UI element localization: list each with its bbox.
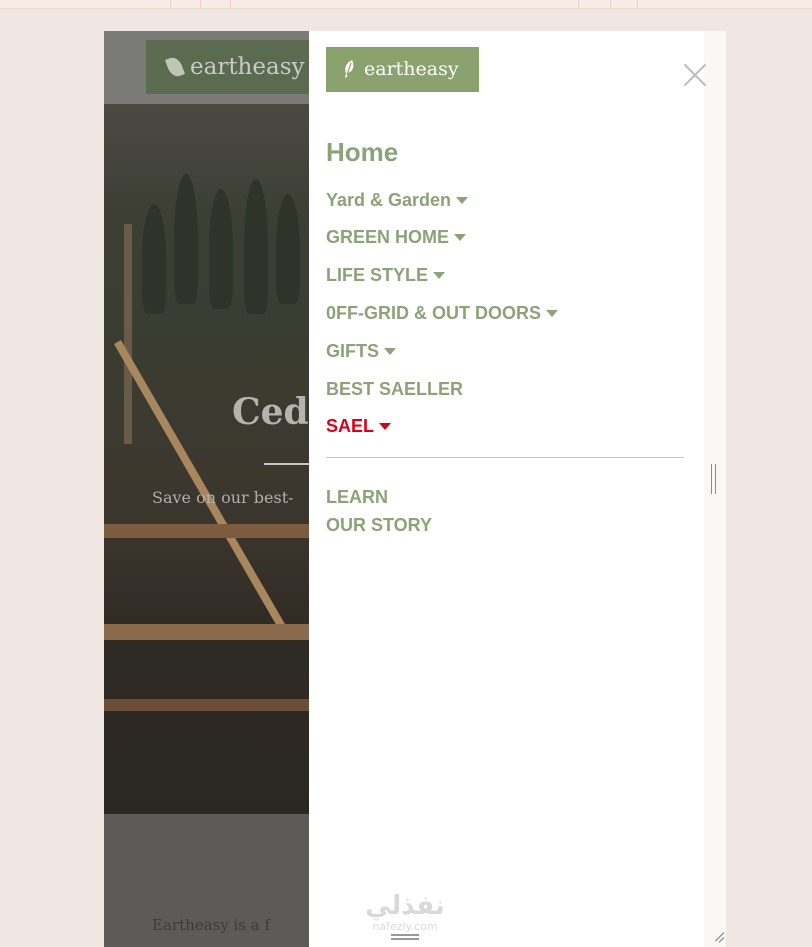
nav-item-label: Yard & Garden — [326, 190, 452, 210]
background-bottom-text: Eartheasy is a f — [152, 916, 271, 934]
leaf-icon — [165, 55, 185, 79]
background-header: eartheasy — [104, 31, 309, 104]
drawer-logo[interactable]: eartheasy — [326, 47, 479, 92]
nav-item-label: GIFTS — [326, 341, 379, 361]
nav-item-life-style[interactable]: LIFE STYLE — [326, 265, 446, 286]
close-icon[interactable] — [682, 62, 708, 88]
nav-item-label: LIFE STYLE — [326, 265, 429, 285]
nav-item-label: GREEN HOME — [326, 227, 450, 247]
background-hero-divider — [264, 463, 309, 465]
watermark-arabic: نفذلي — [365, 891, 445, 921]
leaf-icon — [345, 60, 354, 78]
caret-down-icon — [546, 309, 558, 317]
nav-item-green-home[interactable]: GREEN HOME — [326, 227, 467, 248]
watermark-domain: nafezly.com — [372, 920, 438, 933]
caret-down-icon — [433, 271, 446, 279]
nav-item-our-story[interactable]: OUR STORY — [326, 515, 432, 536]
nav-item-label: BEST SAELLER — [326, 379, 464, 399]
background-hero-subtitle: Save on our best- — [152, 488, 294, 507]
scrollbar-handle[interactable] — [711, 464, 716, 494]
nav-item-learn[interactable]: LEARN — [326, 487, 388, 508]
nav-item-label: 0FF-GRID & OUT DOORS — [326, 303, 541, 323]
bottom-resize-handle[interactable] — [391, 934, 419, 940]
caret-down-icon — [456, 196, 469, 204]
mobile-preview-frame: eartheasy Ced Save on our best- Eartheas… — [104, 31, 726, 947]
logo-text: eartheasy — [364, 58, 459, 80]
background-hero-title: Ced — [232, 391, 309, 433]
hero-image — [104, 104, 309, 814]
nav-item-sale[interactable]: SAEL — [326, 416, 392, 437]
background-page-overlay[interactable]: eartheasy Ced Save on our best- Eartheas… — [104, 31, 309, 947]
caret-down-icon — [379, 422, 392, 430]
watermark: نفذلي nafezly.com — [355, 893, 455, 932]
nav-item-home[interactable]: Home — [326, 137, 398, 168]
nav-item-label: SAEL — [326, 416, 375, 436]
nav-item-yard-garden[interactable]: Yard & Garden — [326, 190, 469, 211]
resize-grip-icon[interactable] — [710, 929, 725, 943]
caret-down-icon — [384, 347, 396, 355]
background-logo: eartheasy — [146, 40, 309, 94]
browser-top-strip — [0, 0, 812, 9]
nav-item-off-grid-outdoors[interactable]: 0FF-GRID & OUT DOORS — [326, 303, 558, 324]
caret-down-icon — [454, 233, 467, 241]
nav-item-gifts[interactable]: GIFTS — [326, 341, 396, 362]
nav-item-best-seller[interactable]: BEST SAELLER — [326, 379, 463, 400]
menu-divider — [326, 457, 684, 458]
nav-drawer: eartheasy Home Yard & Garden GREEN HOME … — [309, 31, 704, 947]
